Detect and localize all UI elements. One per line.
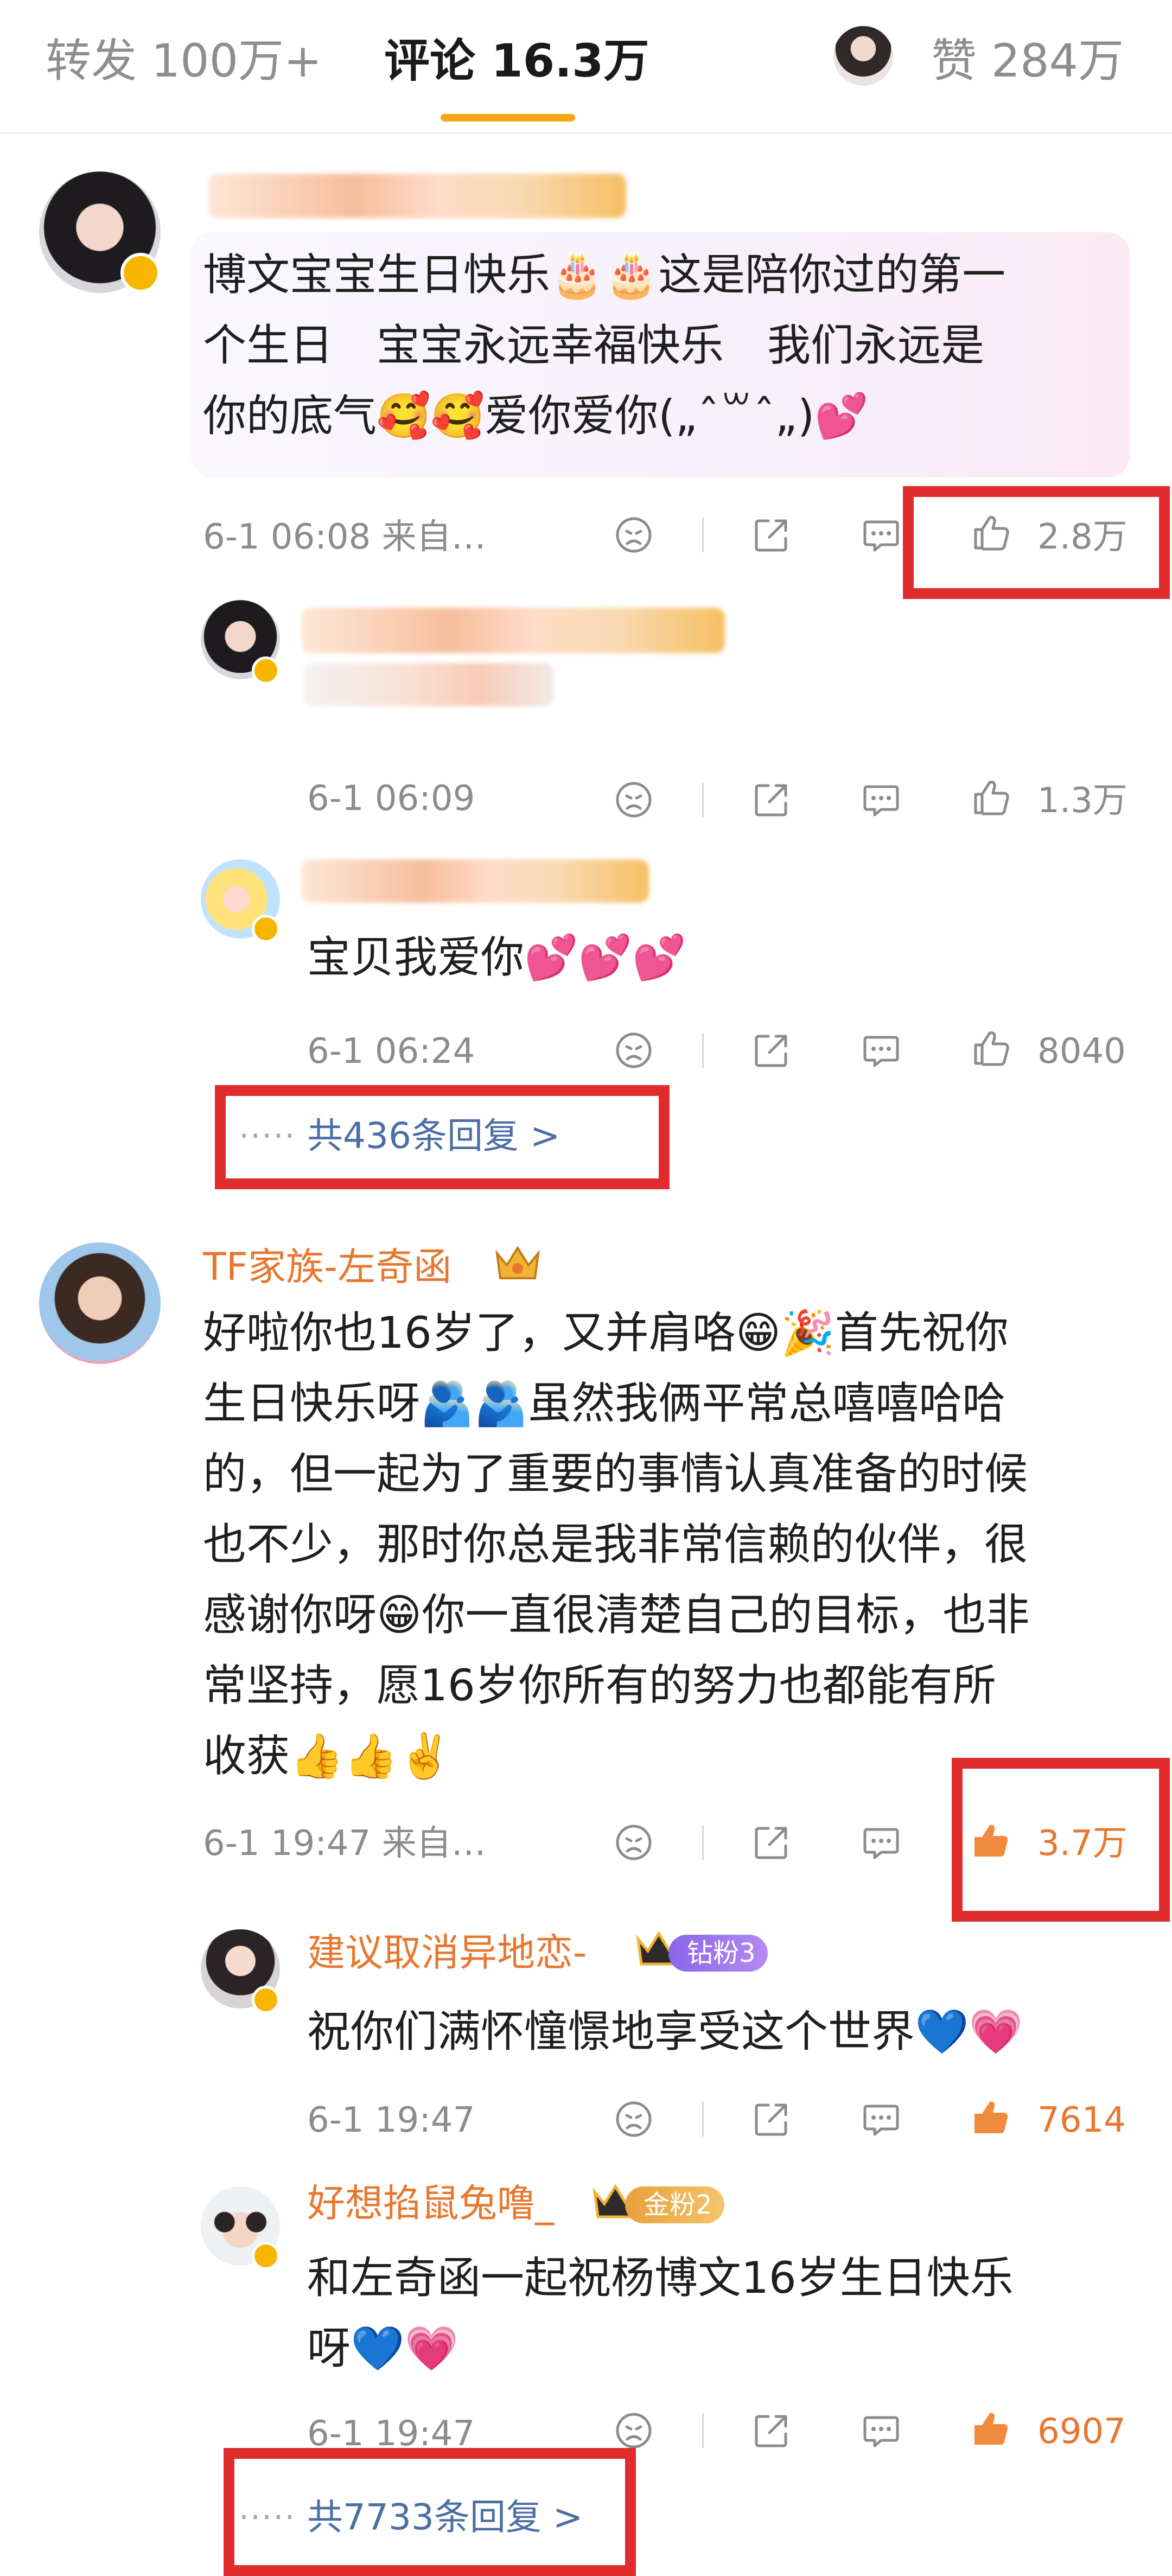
comment-text-line: 也不少，那时你总是我非常信赖的伙伴，很 [203,1519,1028,1570]
divider [702,2413,704,2448]
fan-level-badge: 钻粉3 [668,1935,768,1972]
comment-text-line: 好啦你也16岁了，又并肩咯😁🎉首先祝你 [203,1308,1009,1358]
frown-icon[interactable] [612,513,655,557]
comment-text-line: 收获👍👍✌️ [203,1731,452,1781]
liker-avatar[interactable] [833,26,893,86]
frown-icon[interactable] [612,2409,655,2452]
comment-icon[interactable] [859,1821,903,1864]
comment-tabs-bar: 转发 100万+ 评论 16.3万 赞 284万 [0,0,1172,134]
thumbs-up-icon[interactable] [969,2407,1012,2450]
like-count: 6907 [1037,2412,1126,2452]
comment-text-line: 常坚持，愿16岁你所有的努力也都能有所 [203,1660,996,1711]
verified-badge-icon [120,253,161,293]
like-count: 7614 [1037,2100,1126,2140]
comment-text-line: 感谢你呀😁你一直很清楚自己的目标，也非 [203,1590,1030,1640]
comment-icon[interactable] [859,513,903,557]
reply-time: 6-1 19:47 [307,2100,475,2140]
frown-icon[interactable] [612,778,655,821]
thumbs-up-icon[interactable] [969,2095,1012,2139]
frown-icon[interactable] [612,1029,655,1072]
share-icon[interactable] [750,2097,793,2141]
active-tab-indicator [441,114,575,122]
crown-icon [495,1246,540,1279]
tab-comments[interactable]: 评论 16.3万 [384,34,649,88]
divider [702,1033,704,1068]
frown-icon[interactable] [612,2097,655,2141]
reply-text-line: 呀💙💗 [307,2323,459,2374]
share-icon[interactable] [750,1821,793,1864]
divider [702,518,704,552]
comment-text-line: 博文宝宝生日快乐🎂🎂这是陪你过的第一 [203,250,1006,300]
verified-badge-icon [252,1986,280,2014]
thumbs-up-icon[interactable] [969,1026,1012,1070]
thumbs-up-icon[interactable] [969,776,1012,819]
comment-text-line: 个生日 宝宝永远幸福快乐 我们永远是 [203,320,984,371]
avatar[interactable] [39,1242,161,1364]
like-count: 1.3万 [1037,781,1128,821]
highlight-box [224,2448,636,2576]
highlight-box [903,486,1170,599]
fan-level-badge: 金粉2 [625,2186,724,2223]
reply-text: 祝你们满怀憧憬地享受这个世界💙💗 [307,2006,1023,2057]
share-icon[interactable] [750,2409,793,2452]
comment-time: 6-1 19:47 来自… [203,1823,486,1864]
reply-text-line: 和左奇函一起祝杨博文16岁生日快乐 [307,2253,1014,2303]
comment-icon[interactable] [859,1029,903,1072]
comment-text-line: 你的底气🥰🥰爱你爱你(„ˆ꒳ˆ„)💕 [203,391,869,441]
divider [702,782,704,817]
reply-username[interactable]: 建议取消异地恋- [307,1928,587,1977]
verified-badge-icon [252,2242,280,2270]
comment-text-line: 生日快乐呀🫂🫂虽然我俩平常总嘻嘻哈哈 [203,1378,1006,1429]
reply-text: 宝贝我爱你💕💕💕 [307,932,686,983]
reply-time: 6-1 06:09 [307,779,475,819]
comment-time: 6-1 06:08 来自… [203,517,486,557]
blurred-reply-text [304,663,553,706]
like-count: 8040 [1037,1031,1126,1072]
highlight-box [952,1758,1170,1922]
verified-badge-icon [252,915,280,943]
comment-icon[interactable] [859,2097,903,2141]
tab-repost[interactable]: 转发 100万+ [46,34,322,88]
share-icon[interactable] [750,778,793,821]
divider [702,1825,704,1860]
blurred-username [302,859,649,903]
verified-badge-icon [252,656,280,685]
tab-likes[interactable]: 赞 284万 [931,34,1124,88]
comment-icon[interactable] [859,2409,903,2452]
divider [702,2102,704,2137]
comment-icon[interactable] [859,778,903,821]
reply-time: 6-1 06:24 [307,1031,475,1072]
comment-username[interactable]: TF家族-左奇函 [203,1242,451,1291]
share-icon[interactable] [750,513,793,557]
highlight-box [215,1085,670,1189]
blurred-username [208,174,626,218]
share-icon[interactable] [750,1029,793,1072]
comment-text-line: 的，但一起为了重要的事情认真准备的时候 [203,1449,1028,1499]
frown-icon[interactable] [612,1821,655,1864]
blurred-username [302,608,725,653]
reply-username[interactable]: 好想掐鼠兔噜_ [307,2179,554,2228]
